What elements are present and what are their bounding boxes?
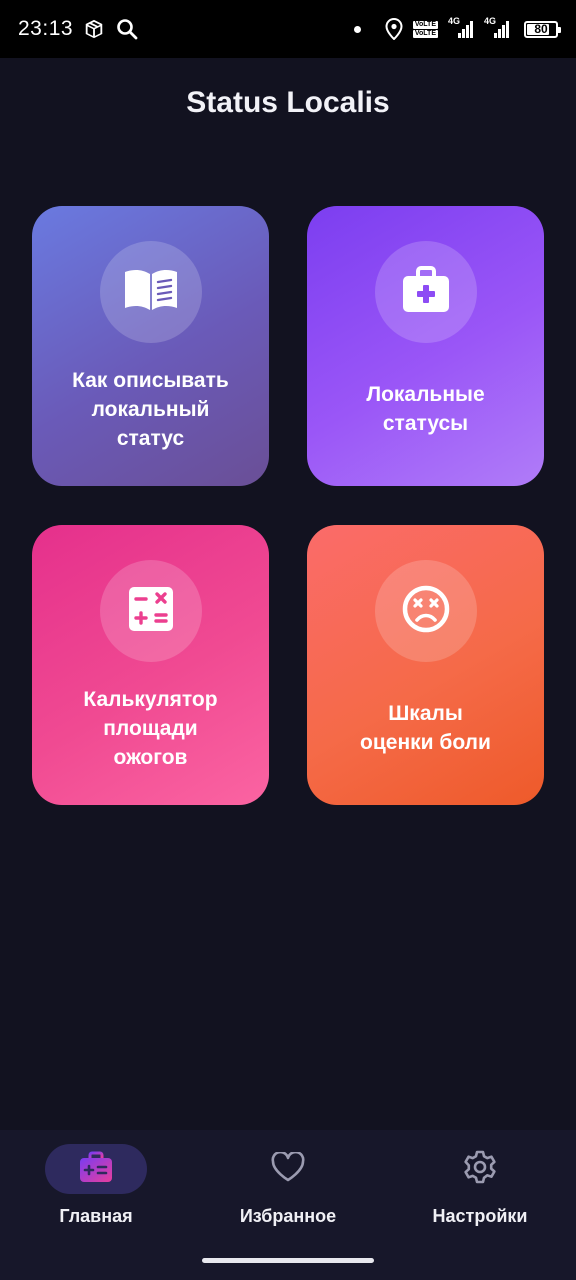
- dizzy-face-icon-circle: [374, 560, 477, 662]
- heart-icon: [271, 1150, 305, 1187]
- signal-icon-2: 4G: [484, 16, 510, 39]
- home-indicator[interactable]: [202, 1258, 374, 1263]
- nav-item-settings[interactable]: Настройки: [405, 1144, 555, 1244]
- card-burn-area-calculator[interactable]: Калькулятор площади ожогов: [32, 525, 269, 805]
- status-time: 23:13: [18, 17, 74, 40]
- nav-item-home[interactable]: Главная: [21, 1144, 171, 1244]
- dot-icon: [353, 25, 361, 33]
- volte-indicator: VoLTE VoLTE: [412, 20, 438, 38]
- card-pain-scales[interactable]: Шкалы оценки боли: [307, 525, 544, 805]
- home-kit-icon: [79, 1150, 113, 1189]
- page-title: Status Localis: [186, 86, 390, 119]
- card-label: Локальные статусы: [366, 383, 485, 435]
- card-label: Шкалы оценки боли: [360, 702, 491, 754]
- search-icon: [115, 17, 139, 41]
- card-local-status-guide[interactable]: Как описывать локальный статус: [32, 206, 269, 486]
- signal-icon: 4G: [448, 16, 474, 39]
- nav-item-favorites[interactable]: Избранное: [213, 1144, 363, 1244]
- gear-icon: [463, 1150, 497, 1189]
- status-bar: 23:13 VoLTE VoLTE 4G 4G 80: [0, 0, 576, 58]
- calculator-icon: [128, 586, 173, 636]
- box-icon: [83, 18, 105, 40]
- card-local-statuses[interactable]: Локальные статусы: [307, 206, 544, 486]
- book-icon-circle: [99, 241, 202, 343]
- location-icon: [385, 18, 403, 40]
- nav-label: Избранное: [239, 1206, 337, 1226]
- card-label: Калькулятор площади ожогов: [83, 688, 218, 769]
- card-label: Как описывать локальный статус: [72, 369, 229, 450]
- calculator-icon-circle: [99, 560, 202, 662]
- battery-icon: 80: [524, 20, 561, 38]
- first-aid-kit-icon-circle: [374, 241, 477, 343]
- nav-label: Настройки: [432, 1206, 528, 1226]
- battery-level: 80: [534, 22, 548, 36]
- dizzy-face-icon: [401, 584, 451, 639]
- book-icon: [123, 268, 179, 317]
- first-aid-kit-icon: [401, 265, 451, 319]
- nav-label: Главная: [59, 1206, 133, 1226]
- nav-icon-wrap: [429, 1144, 531, 1194]
- nav-active-pill: [45, 1144, 147, 1194]
- nav-icon-wrap: [237, 1144, 339, 1194]
